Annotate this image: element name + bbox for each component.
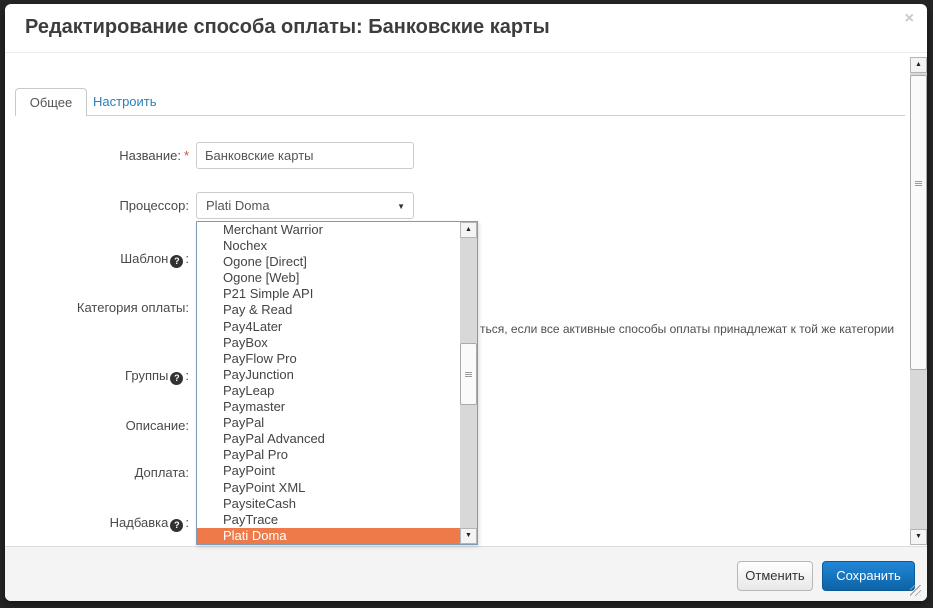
scroll-down-button[interactable]: ▼ (460, 528, 477, 544)
edit-payment-dialog: Редактирование способа оплаты: Банковски… (5, 4, 927, 601)
help-icon[interactable]: ? (170, 519, 183, 532)
tab-configure[interactable]: Настроить (93, 94, 157, 109)
tab-general[interactable]: Общее (15, 88, 87, 116)
dialog-scrollbar[interactable]: ▲ ▼ (910, 57, 927, 545)
scrollbar-thumb[interactable] (910, 75, 927, 370)
save-button[interactable]: Сохранить (822, 561, 915, 591)
page-title: Редактирование способа оплаты: Банковски… (25, 16, 550, 39)
processor-select[interactable]: Plati Doma ▼ (196, 192, 414, 219)
dropdown-option[interactable]: Ogone [Direct] (197, 254, 477, 270)
modal-backdrop: Редактирование способа оплаты: Банковски… (0, 0, 933, 608)
markup-label: Надбавка?: (5, 515, 189, 531)
required-asterisk: * (181, 148, 189, 163)
surcharge-label: Доплата: (5, 465, 189, 481)
help-icon[interactable]: ? (170, 255, 183, 268)
dropdown-option[interactable]: Merchant Warrior (197, 222, 477, 238)
name-label: Название:* (5, 148, 189, 164)
dropdown-option[interactable]: PayPal (197, 415, 477, 431)
dropdown-option[interactable]: PayBox (197, 335, 477, 351)
dialog-header: Редактирование способа оплаты: Банковски… (5, 4, 927, 53)
chevron-down-icon: ▼ (397, 202, 405, 211)
dropdown-option[interactable]: P21 Simple API (197, 286, 477, 302)
scrollbar-grip (465, 372, 472, 377)
resize-handle[interactable] (910, 585, 921, 596)
dropdown-option[interactable]: Nochex (197, 238, 477, 254)
help-icon[interactable]: ? (170, 372, 183, 385)
dropdown-option[interactable]: PayPal Advanced (197, 431, 477, 447)
close-icon[interactable]: × (905, 11, 914, 27)
scroll-up-button[interactable]: ▲ (910, 57, 927, 73)
groups-label: Группы?: (5, 368, 189, 384)
dropdown-option[interactable]: Plati Doma (197, 528, 477, 544)
tabs-divider (15, 115, 905, 116)
dropdown-option[interactable]: PayPal Pro (197, 447, 477, 463)
scrollbar-grip (915, 181, 922, 186)
processor-selected-value: Plati Doma (206, 198, 270, 213)
dropdown-option[interactable]: PayJunction (197, 367, 477, 383)
scroll-up-button[interactable]: ▲ (460, 222, 477, 238)
processor-dropdown: ▲ ▼ Merchant WarriorNochexOgone [Direct]… (196, 221, 478, 545)
dropdown-option[interactable]: PayPoint (197, 463, 477, 479)
dropdown-option[interactable]: Pay & Read (197, 302, 477, 318)
processor-label: Процессор: (5, 198, 189, 214)
category-hint-text: ться, если все активные способы оплаты п… (480, 322, 900, 336)
category-label: Категория оплаты: (5, 300, 189, 316)
dropdown-option[interactable]: PayLeap (197, 383, 477, 399)
dropdown-option[interactable]: PayFlow Pro (197, 351, 477, 367)
dropdown-scrollbar[interactable]: ▲ ▼ (460, 222, 477, 544)
dropdown-option[interactable]: PayTrace (197, 512, 477, 528)
cancel-button[interactable]: Отменить (737, 561, 813, 591)
dropdown-option[interactable]: PaysiteCash (197, 496, 477, 512)
dropdown-option[interactable]: Pay4Later (197, 319, 477, 335)
name-input[interactable] (196, 142, 414, 169)
template-label: Шаблон?: (5, 251, 189, 267)
scrollbar-thumb[interactable] (460, 343, 477, 405)
scroll-down-button[interactable]: ▼ (910, 529, 927, 545)
dropdown-option[interactable]: Ogone [Web] (197, 270, 477, 286)
dropdown-option[interactable]: PayPoint XML (197, 480, 477, 496)
dropdown-option[interactable]: Paymaster (197, 399, 477, 415)
description-label: Описание: (5, 418, 189, 434)
